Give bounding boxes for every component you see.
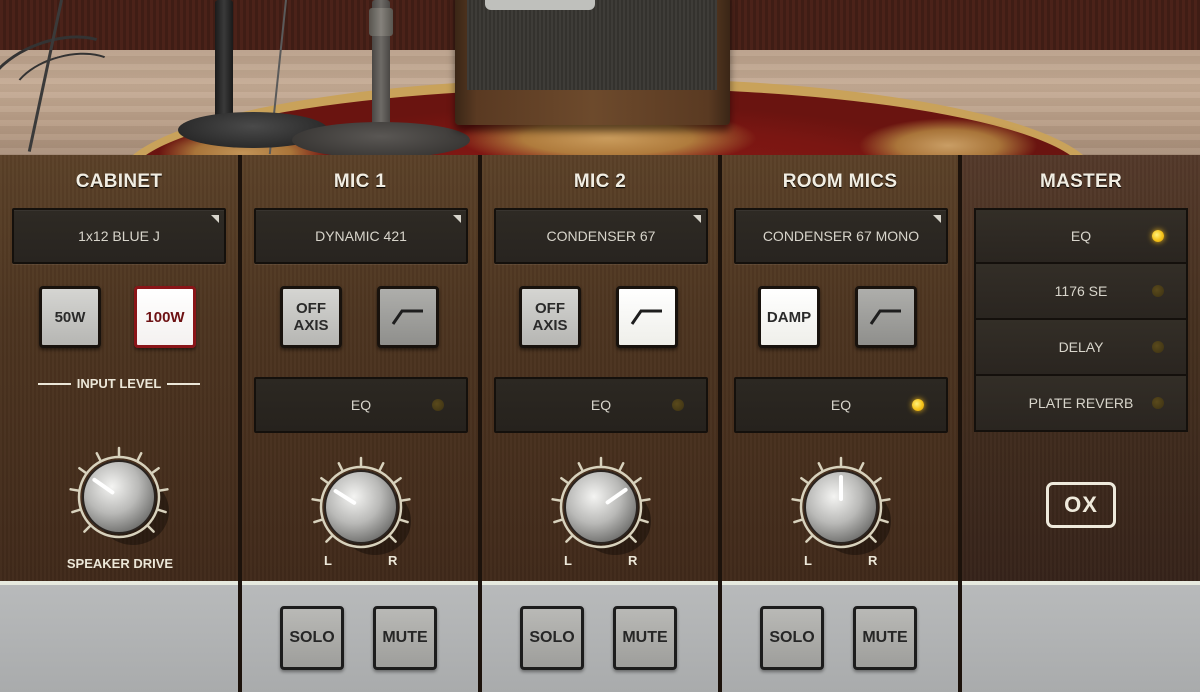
studio-scene: [0, 0, 1200, 155]
master-plate-reverb-led: [1152, 397, 1164, 409]
master-1176-button[interactable]: 1176 SE: [974, 264, 1188, 320]
room-mics-hpf-button[interactable]: [855, 286, 917, 348]
cabinet-selector-value: 1x12 BLUE J: [78, 228, 160, 244]
off-axis-label: OFF AXIS: [293, 300, 329, 334]
effect-label: EQ: [1070, 228, 1092, 244]
damp-label: DAMP: [766, 308, 812, 326]
room-mics-eq-led: [912, 399, 924, 411]
room-mics-selector-value: CONDENSER 67 MONO: [762, 228, 920, 244]
pan-right-label: R: [868, 553, 878, 568]
knob-icon: [311, 456, 411, 555]
room-mics-mute-button[interactable]: MUTE: [853, 606, 917, 670]
mic2-pan-knob[interactable]: [549, 455, 653, 559]
cabinet-strip: CABINET 1x12 BLUE J 50W 100W INPUT LEVEL…: [0, 155, 240, 692]
room-mics-eq-button[interactable]: EQ: [734, 377, 948, 433]
mic2-title: MIC 2: [573, 171, 627, 192]
master-1176-led: [1152, 285, 1164, 297]
cabinet-selector[interactable]: 1x12 BLUE J: [12, 208, 226, 264]
pan-left-label: L: [324, 553, 332, 568]
eq-label: EQ: [830, 397, 852, 413]
master-delay-led: [1152, 341, 1164, 353]
master-effects-list: EQ 1176 SE DELAY PLATE REVERB: [974, 208, 1188, 432]
knob-icon: [69, 446, 169, 545]
master-eq-led: [1152, 230, 1164, 242]
speaker-drive-label: SPEAKER DRIVE: [66, 556, 174, 571]
effect-label: 1176 SE: [1054, 283, 1108, 299]
solo-label: SOLO: [769, 629, 815, 646]
speaker-drive-knob[interactable]: [67, 445, 171, 549]
mic1-mute-button[interactable]: MUTE: [373, 606, 437, 670]
mic2-selector-value: CONDENSER 67: [546, 228, 656, 244]
room-mics-solo-button[interactable]: SOLO: [760, 606, 824, 670]
solo-label: SOLO: [529, 629, 575, 646]
room-mics-title: ROOM MICS: [782, 171, 898, 192]
mic1-selector-value: DYNAMIC 421: [315, 228, 407, 244]
master-title: MASTER: [1039, 171, 1123, 192]
mic2-selector[interactable]: CONDENSER 67: [494, 208, 708, 264]
50w-button[interactable]: 50W: [39, 286, 101, 348]
master-strip: MASTER EQ 1176 SE DELAY PLATE REVERB OX: [960, 155, 1200, 692]
master-plate-reverb-button[interactable]: PLATE REVERB: [974, 376, 1188, 432]
mic1-hpf-button[interactable]: [377, 286, 439, 348]
mic2-eq-button[interactable]: EQ: [494, 377, 708, 433]
mic1-eq-button[interactable]: EQ: [254, 377, 468, 433]
pan-left-label: L: [804, 553, 812, 568]
high-pass-filter-icon: [391, 309, 423, 325]
effect-label: DELAY: [1058, 339, 1104, 355]
dropdown-corner-icon: [453, 215, 461, 223]
mic1-title: MIC 1: [333, 171, 387, 192]
mic2-solo-button[interactable]: SOLO: [520, 606, 584, 670]
mic1-solo-button[interactable]: SOLO: [280, 606, 344, 670]
mic1-selector[interactable]: DYNAMIC 421: [254, 208, 468, 264]
pan-left-label: L: [564, 553, 572, 568]
knob-icon: [551, 456, 651, 555]
100w-button[interactable]: 100W: [134, 286, 196, 348]
effect-label: PLATE REVERB: [1028, 395, 1134, 411]
mute-label: MUTE: [862, 629, 908, 646]
damp-button[interactable]: DAMP: [758, 286, 820, 348]
high-pass-filter-icon: [869, 309, 901, 325]
master-eq-button[interactable]: EQ: [974, 208, 1188, 264]
cabinet-title: CABINET: [75, 171, 163, 192]
mic2-hpf-button[interactable]: [616, 286, 678, 348]
input-level-text: INPUT LEVEL: [76, 376, 162, 391]
high-pass-filter-icon: [630, 309, 662, 325]
pan-right-label: R: [388, 553, 398, 568]
room-mics-pan-knob[interactable]: [789, 455, 893, 559]
mic1-eq-led: [432, 399, 444, 411]
mic2-strip: MIC 2 CONDENSER 67 OFF AXIS EQ L R SOLO …: [480, 155, 720, 692]
50w-label: 50W: [54, 308, 86, 326]
amp-cabinet: [455, 0, 730, 125]
mute-label: MUTE: [382, 629, 428, 646]
mute-label: MUTE: [622, 629, 668, 646]
input-level-label: INPUT LEVEL: [38, 376, 201, 391]
mic2-mute-button[interactable]: MUTE: [613, 606, 677, 670]
knob-icon: [791, 456, 891, 555]
100w-label: 100W: [145, 308, 185, 326]
mixer-console: CABINET 1x12 BLUE J 50W 100W INPUT LEVEL…: [0, 155, 1200, 692]
ox-label: OX: [1064, 492, 1098, 517]
master-delay-button[interactable]: DELAY: [974, 320, 1188, 376]
ox-logo-button[interactable]: OX: [1046, 482, 1116, 528]
mic2-off-axis-button[interactable]: OFF AXIS: [519, 286, 581, 348]
dropdown-corner-icon: [211, 215, 219, 223]
mic1-strip: MIC 1 DYNAMIC 421 OFF AXIS EQ L R SOLO M…: [240, 155, 480, 692]
room-mics-selector[interactable]: CONDENSER 67 MONO: [734, 208, 948, 264]
mic1-off-axis-button[interactable]: OFF AXIS: [280, 286, 342, 348]
mic1-pan-knob[interactable]: [309, 455, 413, 559]
solo-label: SOLO: [289, 629, 335, 646]
dropdown-corner-icon: [933, 215, 941, 223]
off-axis-label: OFF AXIS: [532, 300, 568, 334]
dropdown-corner-icon: [693, 215, 701, 223]
mic2-eq-led: [672, 399, 684, 411]
eq-label: EQ: [350, 397, 372, 413]
eq-label: EQ: [590, 397, 612, 413]
room-mics-strip: ROOM MICS CONDENSER 67 MONO DAMP EQ L R …: [720, 155, 960, 692]
pan-right-label: R: [628, 553, 638, 568]
